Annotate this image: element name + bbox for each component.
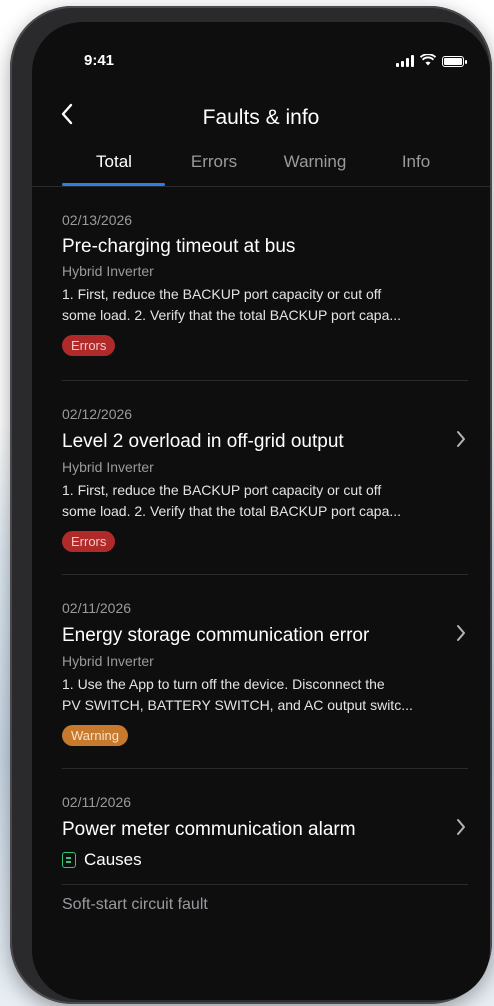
errors-badge: Errors — [62, 335, 116, 356]
item-date: 02/12/2026 — [62, 406, 133, 422]
signal-icon — [396, 55, 414, 67]
item-title-row: Energy storage communication error — [62, 624, 468, 648]
cause-list-item: Soft-start circuit fault — [62, 896, 468, 914]
chevron-right-icon[interactable] — [456, 818, 466, 842]
tab-total[interactable]: Total — [69, 152, 159, 172]
item-device: Hybrid Inverter — [62, 263, 154, 279]
item-description: 1. First, reduce the BACKUP port capacit… — [62, 284, 468, 326]
tab-divider — [32, 186, 490, 187]
tab-bar: Total Errors Warning Info — [32, 152, 490, 186]
item-title: Power meter communication alarm — [62, 819, 356, 840]
side-button — [16, 341, 22, 411]
item-title: Pre-charging timeout at bus — [62, 236, 296, 257]
item-device: Hybrid Inverter — [62, 653, 154, 669]
causes-label: Causes — [84, 850, 142, 869]
nav-bar: Faults & info — [32, 102, 490, 134]
chevron-right-icon[interactable] — [456, 624, 466, 648]
description-line: 1. Use the App to turn off the device. D… — [62, 676, 385, 692]
item-title: Level 2 overload in off-grid output — [62, 431, 344, 452]
battery-icon — [442, 55, 467, 67]
screen: 9:41 Faults & info Total Errors Warning — [32, 22, 490, 1000]
causes-row[interactable]: Causes — [62, 850, 468, 870]
description-line: 1. First, reduce the BACKUP port capacit… — [62, 286, 382, 302]
wifi-icon — [419, 53, 437, 68]
fault-list-item[interactable]: 02/11/2026 Energy storage communication … — [62, 600, 468, 746]
item-divider — [62, 380, 468, 381]
item-title-row: Level 2 overload in off-grid output — [62, 430, 468, 454]
item-divider — [62, 884, 468, 885]
status-bar: 9:41 — [32, 52, 490, 76]
errors-badge: Errors — [62, 531, 116, 552]
item-description: 1. Use the App to turn off the device. D… — [62, 674, 468, 716]
item-date: 02/11/2026 — [62, 600, 132, 616]
warning-badge: Warning — [62, 725, 128, 746]
item-device: Hybrid Inverter — [62, 459, 154, 475]
causes-list-icon — [62, 852, 76, 868]
item-date: 02/13/2026 — [62, 212, 133, 228]
status-icons — [396, 53, 467, 68]
item-divider — [62, 574, 468, 575]
tab-warning[interactable]: Warning — [270, 152, 360, 172]
tab-errors[interactable]: Errors — [169, 152, 259, 172]
fault-list-item[interactable]: 02/11/2026 Power meter communication ala… — [62, 794, 468, 870]
description-line: 1. First, reduce the BACKUP port capacit… — [62, 482, 382, 498]
fault-list-item[interactable]: 02/12/2026 Level 2 overload in off-grid … — [62, 406, 468, 552]
phone-frame: 9:41 Faults & info Total Errors Warning — [10, 6, 492, 1004]
side-button — [16, 256, 22, 326]
chevron-right-icon[interactable] — [456, 430, 466, 454]
fault-list-item[interactable]: 02/13/2026 Pre-charging timeout at bus H… — [62, 212, 468, 356]
cause-text: Soft-start circuit fault — [62, 896, 208, 913]
item-title-row: Power meter communication alarm — [62, 818, 468, 842]
item-title-row: Pre-charging timeout at bus — [62, 236, 468, 258]
item-date: 02/11/2026 — [62, 794, 132, 810]
description-line: some load. 2. Verify that the total BACK… — [62, 307, 402, 323]
item-divider — [62, 768, 468, 769]
side-button — [16, 186, 22, 230]
description-line: some load. 2. Verify that the total BACK… — [62, 503, 402, 519]
status-time: 9:41 — [84, 52, 115, 69]
tab-info[interactable]: Info — [371, 152, 461, 172]
item-title: Energy storage communication error — [62, 625, 370, 646]
item-description: 1. First, reduce the BACKUP port capacit… — [62, 480, 468, 522]
description-line: PV SWITCH, BATTERY SWITCH, and AC output… — [62, 697, 413, 713]
page-title: Faults & info — [202, 106, 320, 129]
